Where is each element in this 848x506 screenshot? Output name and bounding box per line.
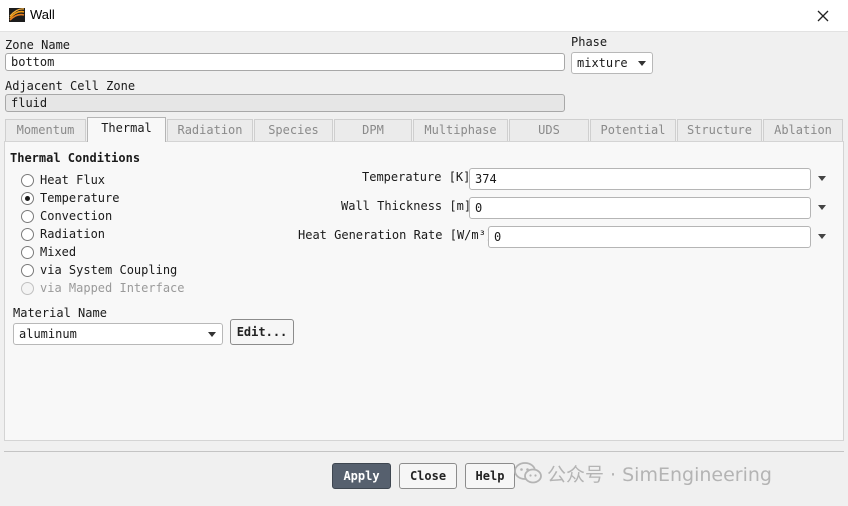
chevron-down-icon (208, 332, 216, 337)
radio-radiation[interactable]: Radiation (16, 226, 196, 242)
footer-separator (4, 451, 844, 452)
radio-circle (21, 210, 34, 223)
radio-mixed[interactable]: Mixed (16, 244, 196, 260)
radio-heat-flux[interactable]: Heat Flux (16, 172, 196, 188)
radio-label: via System Coupling (40, 263, 178, 277)
radio-circle-selected (21, 192, 34, 205)
edit-material-button[interactable]: Edit... (230, 319, 294, 345)
apply-button[interactable]: Apply (332, 463, 391, 489)
heat-generation-rate-label: Heat Generation Rate [W/m³] (298, 228, 494, 242)
radio-via-mapped-interface: via Mapped Interface (16, 280, 196, 296)
phase-value: mixture (577, 56, 628, 70)
heat-generation-rate-input[interactable]: 0 (488, 226, 811, 248)
adjacent-cell-zone-label: Adjacent Cell Zone (5, 79, 136, 93)
phase-dropdown[interactable]: mixture (571, 52, 653, 74)
material-value: aluminum (19, 327, 77, 341)
material-dropdown[interactable]: aluminum (13, 323, 223, 345)
radio-label: Heat Flux (40, 173, 106, 187)
tab-radiation[interactable]: Radiation (167, 119, 253, 141)
tab-thermal[interactable]: Thermal (87, 117, 166, 142)
wall-thickness-options-icon[interactable] (818, 205, 826, 210)
tab-species[interactable]: Species (254, 119, 333, 141)
fluent-app-icon (9, 8, 25, 22)
radio-label: Mixed (40, 245, 77, 259)
wechat-icon (514, 462, 542, 484)
close-button[interactable]: Close (399, 463, 457, 489)
close-window-button[interactable] (804, 3, 842, 29)
radio-circle (21, 264, 34, 277)
help-button[interactable]: Help (465, 463, 515, 489)
radio-circle (21, 282, 34, 295)
window-title: Wall (30, 7, 55, 22)
temperature-label: Temperature [K] (362, 170, 471, 184)
radio-via-system-coupling[interactable]: via System Coupling (16, 262, 196, 278)
tab-uds[interactable]: UDS (509, 119, 589, 141)
chevron-down-icon (638, 61, 646, 66)
tab-momentum[interactable]: Momentum (5, 119, 86, 141)
radio-label: Temperature (40, 191, 120, 205)
heat-generation-rate-options-icon[interactable] (818, 234, 826, 239)
wall-thickness-input[interactable]: 0 (469, 197, 811, 219)
tab-structure[interactable]: Structure (677, 119, 762, 141)
title-bar: Wall (0, 0, 848, 32)
adjacent-cell-zone-field: fluid (5, 94, 565, 112)
close-icon (817, 10, 829, 22)
tab-multiphase[interactable]: Multiphase (413, 119, 508, 141)
watermark-text: 公众号 · SimEngineering (547, 464, 772, 486)
material-name-label: Material Name (13, 306, 107, 320)
zone-name-label: Zone Name (5, 38, 71, 52)
tab-ablation[interactable]: Ablation (763, 119, 843, 141)
phase-label: Phase (571, 35, 608, 49)
radio-convection[interactable]: Convection (16, 208, 196, 224)
tab-dpm[interactable]: DPM (334, 119, 412, 141)
radio-label: Convection (40, 209, 113, 223)
tab-potential[interactable]: Potential (590, 119, 676, 141)
radio-circle (21, 246, 34, 259)
temperature-input[interactable]: 374 (469, 168, 811, 190)
tab-bar: Momentum Thermal Radiation Species DPM M… (4, 117, 844, 142)
radio-circle (21, 174, 34, 187)
zone-name-input[interactable]: bottom (5, 53, 565, 71)
radio-temperature[interactable]: Temperature (16, 190, 196, 206)
thermal-conditions-heading: Thermal Conditions (10, 151, 141, 165)
radio-label: via Mapped Interface (40, 281, 185, 295)
radio-label: Radiation (40, 227, 106, 241)
temperature-options-icon[interactable] (818, 176, 826, 181)
radio-circle (21, 228, 34, 241)
wall-thickness-label: Wall Thickness [m] (341, 199, 472, 213)
